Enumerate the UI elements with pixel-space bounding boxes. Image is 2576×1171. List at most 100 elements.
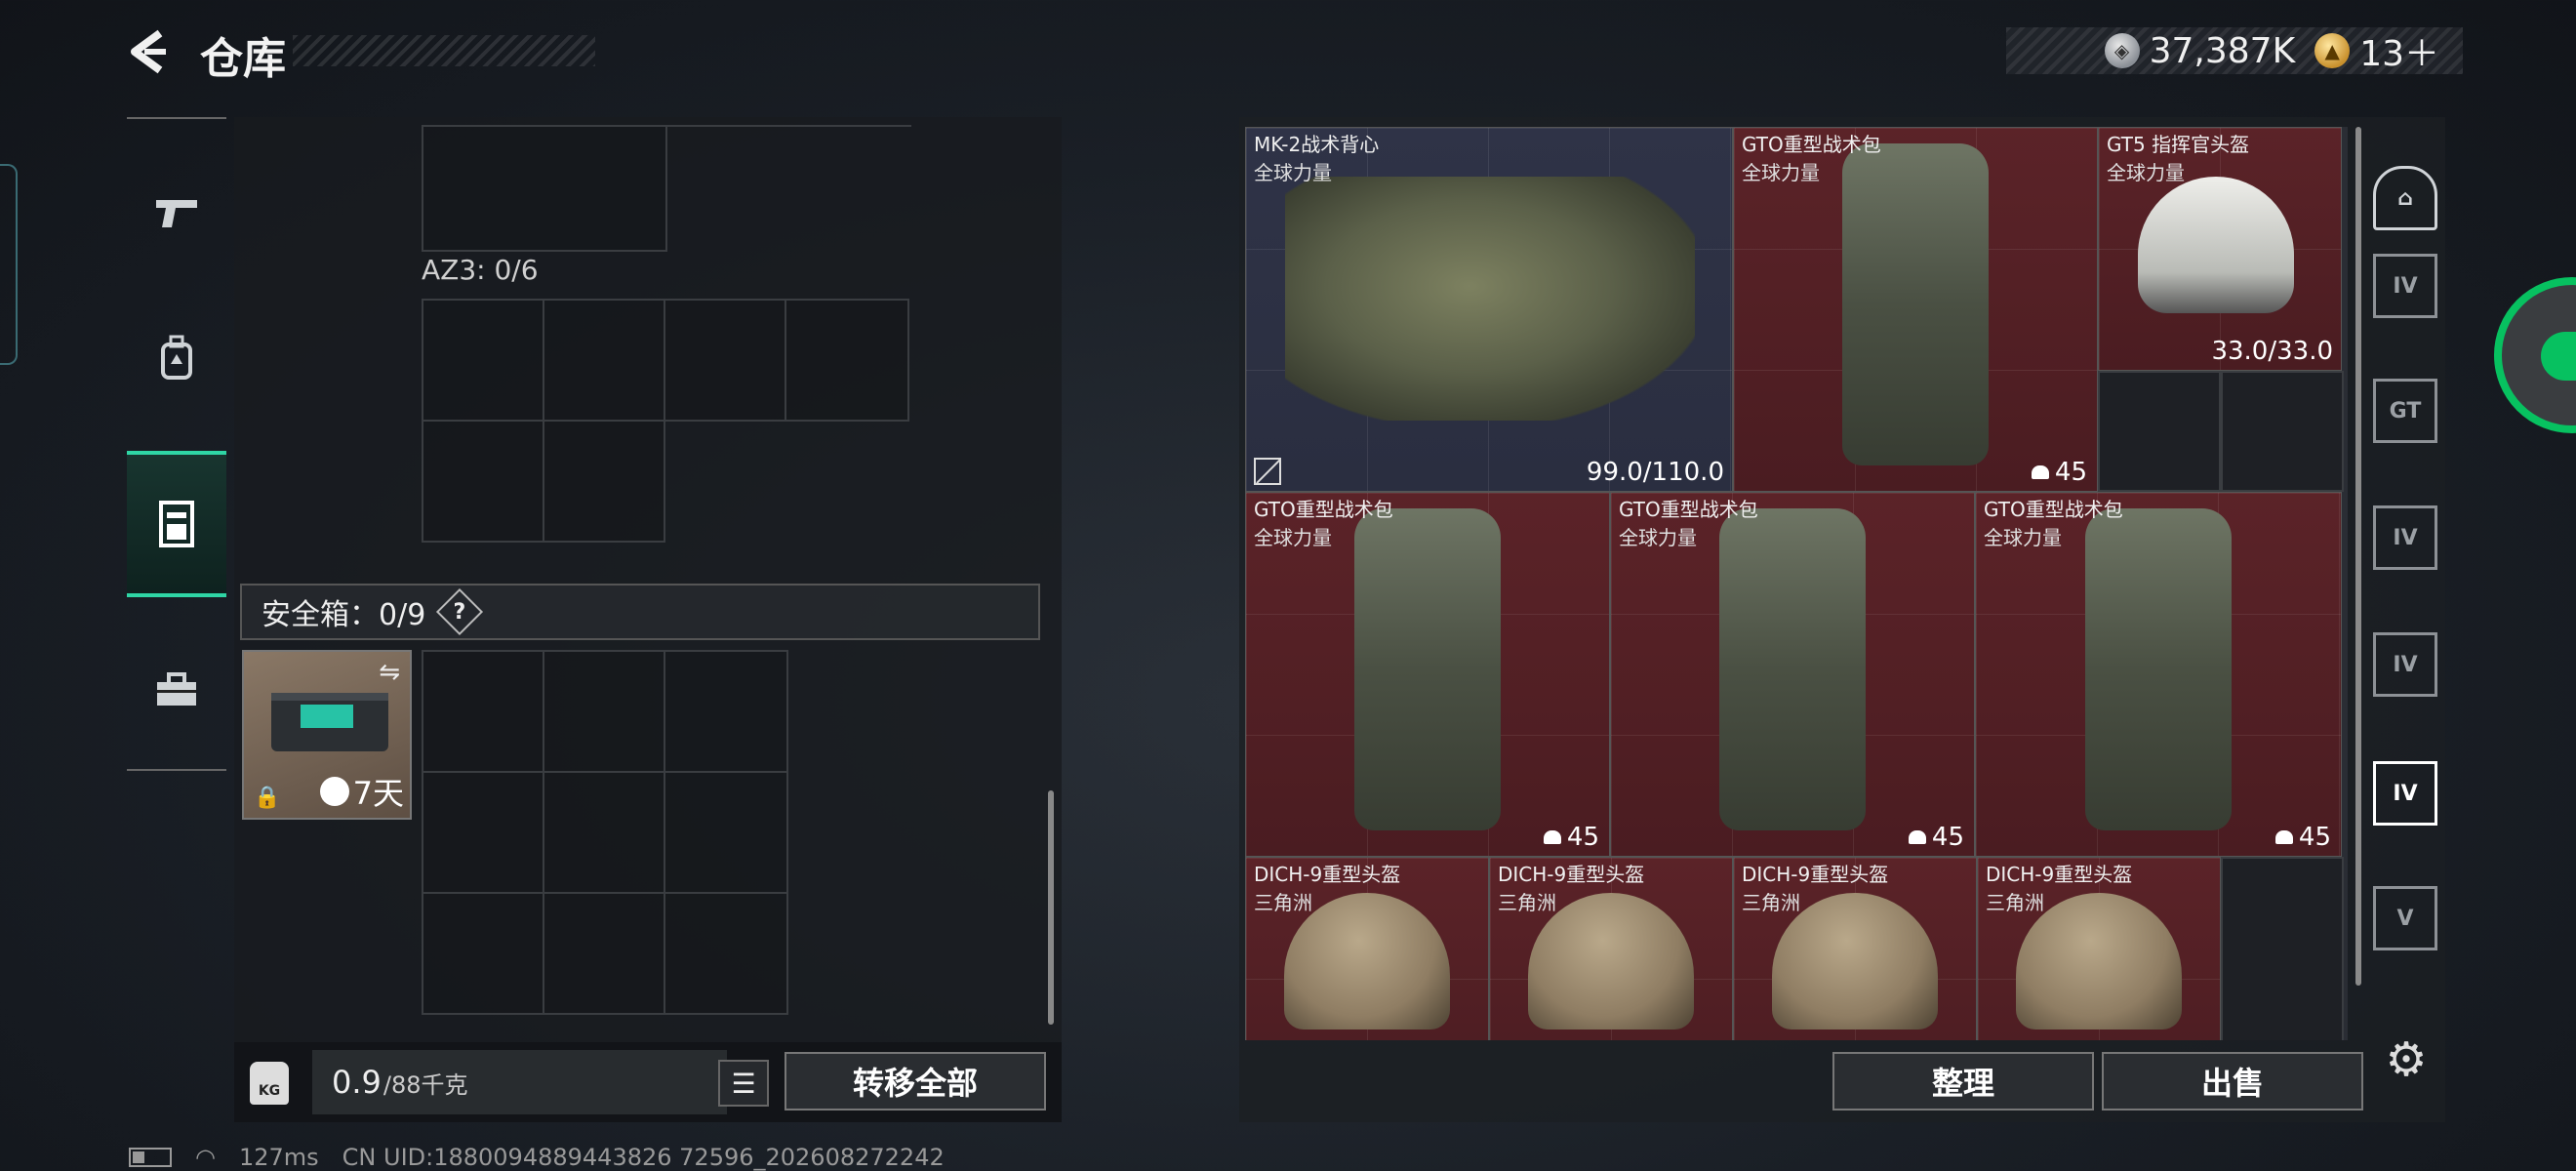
empty-slot[interactable]: [2221, 857, 2344, 1040]
capacity-icon: [2274, 830, 2293, 844]
filter-tier-icon[interactable]: IV: [2373, 505, 2437, 570]
inventory-item-helmet[interactable]: DICH-9重型头盔 三角洲: [1733, 857, 1977, 1040]
filter-tier-icon[interactable]: IV: [2373, 632, 2437, 697]
az3-slot[interactable]: [422, 299, 544, 422]
inventory-item-helmet[interactable]: DICH-9重型头盔 三角洲: [1489, 857, 1733, 1040]
weight-icon: KG: [250, 1062, 289, 1105]
safe-box-header: 安全箱：0/9 ?: [240, 584, 1040, 640]
safe-slot[interactable]: [422, 892, 544, 1015]
backpack-image: [1354, 508, 1501, 830]
toolbox-icon: [157, 672, 196, 706]
swap-icon[interactable]: ⇋: [379, 658, 400, 687]
inventory-item-pack[interactable]: GTO重型战术包 全球力量 45: [1610, 492, 1975, 857]
safe-slot[interactable]: [664, 650, 788, 773]
inventory-item-pack[interactable]: GTO重型战术包 全球力量 45: [1245, 492, 1610, 857]
capacity: 45: [1543, 823, 1599, 852]
nav-weapons[interactable]: [127, 139, 226, 285]
inventory-item-vest[interactable]: MK-2战术背心 全球力量 99.0/110.0: [1245, 127, 1733, 492]
weight-value: 0.9: [332, 1064, 382, 1101]
wechat-float-button[interactable]: [2494, 277, 2576, 433]
safe-slot[interactable]: [543, 892, 665, 1015]
filter-tier-icon-active[interactable]: IV: [2373, 761, 2437, 826]
az3-slot[interactable]: [422, 420, 544, 543]
gold-coin-icon: ▲: [2314, 33, 2351, 68]
az3-container-label: AZ3: 0/6: [422, 254, 539, 286]
battery-icon: [129, 1148, 172, 1167]
safe-slot[interactable]: [422, 771, 544, 894]
filter-tier-icon[interactable]: GT: [2373, 379, 2437, 443]
filter-tier-icon[interactable]: IV: [2373, 254, 2437, 318]
inventory-item-helmet[interactable]: DICH-9重型头盔 三角洲: [1245, 857, 1489, 1040]
sell-button[interactable]: 出售: [2102, 1052, 2363, 1110]
filter-tier-icon[interactable]: V: [2373, 886, 2437, 950]
inventory-item-helmet[interactable]: GT5 指挥官头盔 全球力量 33.0/33.0: [2098, 127, 2342, 371]
locker-icon: [159, 501, 194, 547]
inventory-item-pack[interactable]: GTO重型战术包 全球力量 45: [1733, 127, 2098, 492]
weight-display: 0.9 /88千克: [312, 1050, 727, 1114]
back-arrow-icon: [131, 29, 166, 74]
capacity: 45: [1908, 823, 1964, 852]
capacity: 45: [2031, 458, 2087, 487]
backpack-image: [1719, 508, 1866, 830]
side-nav: [127, 117, 226, 771]
empty-slot[interactable]: [2098, 371, 2221, 492]
wechat-icon: [2541, 332, 2576, 381]
back-button[interactable]: [125, 27, 174, 76]
durability: 33.0/33.0: [2211, 337, 2333, 366]
weight-capacity: /88千克: [382, 1070, 468, 1099]
storage-scrollbar[interactable]: [1048, 790, 1054, 1025]
status-line: ◠ 127ms CN UID:1880094889443826 72596_20…: [129, 1144, 945, 1171]
safe-slot[interactable]: [664, 771, 788, 894]
nav-toolbox[interactable]: [127, 617, 226, 763]
list-icon: ☰: [731, 1067, 756, 1100]
container-slot[interactable]: [422, 125, 667, 252]
inventory-item-pack[interactable]: GTO重型战术包 全球力量 45: [1975, 492, 2342, 857]
capacity-icon: [2031, 465, 2049, 479]
pistol-icon: [156, 200, 197, 227]
inventory-grid: MK-2战术背心 全球力量 99.0/110.0 GTO重型战术包 全球力量 4…: [1245, 127, 2348, 1040]
settings-gear-icon[interactable]: ⚙: [2379, 1032, 2434, 1087]
backpack-icon: [161, 335, 192, 380]
safe-slot[interactable]: [422, 650, 544, 773]
filter-column: ⌂ IV GT IV IV IV V: [2361, 146, 2449, 986]
wifi-icon: ◠: [195, 1144, 216, 1171]
no-insure-icon: [1254, 458, 1281, 485]
inventory-item-helmet[interactable]: DICH-9重型头盔 三角洲: [1977, 857, 2221, 1040]
uid-text: CN UID:1880094889443826 72596_2026082722…: [342, 1144, 945, 1171]
transfer-all-button[interactable]: 转移全部: [785, 1052, 1046, 1110]
list-view-button[interactable]: ☰: [718, 1060, 769, 1107]
capacity-icon: [1908, 830, 1926, 844]
empty-slot[interactable]: [2221, 371, 2344, 492]
az3-slot[interactable]: [664, 299, 786, 422]
capacity-icon: [1543, 830, 1561, 844]
safe-slot[interactable]: [543, 650, 665, 773]
safe-slot[interactable]: [664, 892, 788, 1015]
container-divider: [667, 125, 911, 127]
safe-slot[interactable]: [543, 771, 665, 894]
backpack-image: [2085, 508, 2232, 830]
sort-button[interactable]: 整理: [1832, 1052, 2094, 1110]
vest-image: [1285, 177, 1695, 421]
az3-slot[interactable]: [785, 299, 909, 422]
az3-slot[interactable]: [543, 420, 665, 543]
safe-box-label: 安全箱：0/9: [262, 598, 426, 632]
title-decoration: [293, 35, 595, 66]
help-icon[interactable]: ?: [436, 587, 484, 636]
currency-bar: ◈ 37,387K ▲ 13＋: [2006, 27, 2463, 74]
silver-currency-value: 37,387K: [2149, 30, 2296, 71]
safe-box-item[interactable]: ⇋ 🔒 7天: [242, 650, 412, 820]
silver-coin-icon: ◈: [2104, 33, 2140, 68]
nav-storage[interactable]: [127, 451, 226, 597]
left-edge-tab[interactable]: [0, 164, 18, 365]
lock-icon: 🔒: [254, 786, 281, 810]
clock-icon: [319, 777, 349, 806]
ping-value: 127ms: [238, 1144, 319, 1171]
filter-home-icon[interactable]: ⌂: [2373, 166, 2437, 230]
capacity: 45: [2274, 823, 2331, 852]
nav-backpack[interactable]: [127, 285, 226, 431]
safe-case-icon: [271, 693, 388, 751]
page-title: 仓库: [200, 34, 286, 84]
gold-currency-value[interactable]: 13＋: [2359, 25, 2439, 76]
az3-slot[interactable]: [543, 299, 665, 422]
durability: 99.0/110.0: [1586, 458, 1724, 487]
